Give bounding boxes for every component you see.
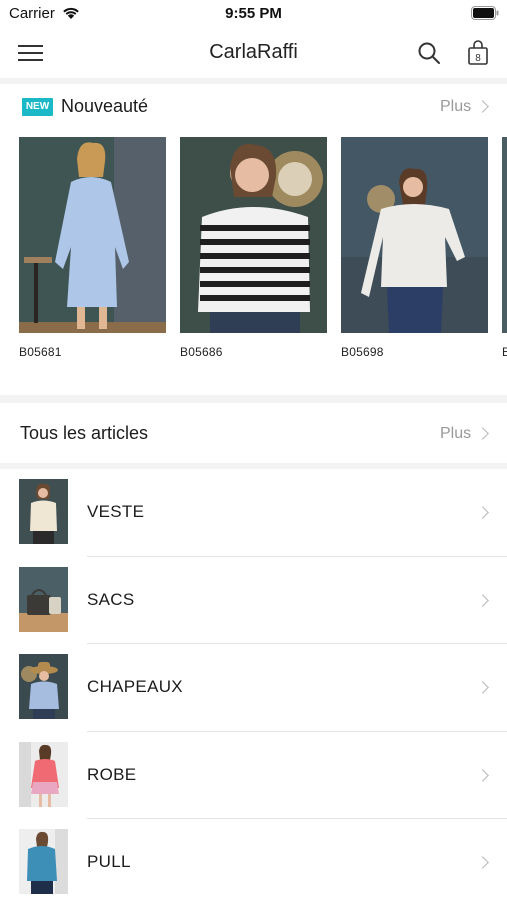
category-label: SACS — [87, 589, 135, 609]
product-photo — [180, 137, 327, 333]
category-thumbnail — [19, 741, 68, 807]
shopping-bag-button[interactable]: 8 — [466, 40, 490, 66]
chevron-right-icon — [476, 427, 489, 440]
product-card[interactable]: B05686 — [180, 137, 327, 359]
product-card[interactable]: B05698 — [341, 137, 488, 359]
category-thumbnail — [19, 654, 68, 719]
product-sku: B — [502, 345, 507, 359]
chevron-right-icon — [476, 856, 489, 869]
chevron-right-icon — [476, 681, 489, 694]
new-products-carousel[interactable]: B05681 B05686 B05698 B — [19, 137, 507, 367]
product-sku: B05686 — [180, 345, 223, 359]
status-bar: Carrier 9:55 PM — [0, 0, 507, 28]
new-badge: NEW — [22, 98, 53, 116]
category-thumbnail — [19, 829, 68, 894]
product-photo — [19, 137, 166, 333]
chevron-right-icon — [476, 593, 489, 607]
chevron-right-icon — [476, 100, 489, 113]
navigation-bar: CarlaRaffi 8 — [0, 28, 507, 78]
shopping-bag-icon: 8 — [468, 40, 488, 65]
new-section-title: Nouveauté — [61, 96, 149, 116]
product-card[interactable]: B — [502, 137, 507, 359]
battery-icon — [471, 6, 499, 20]
cart-count-badge: 8 — [475, 53, 481, 64]
category-thumbnail — [19, 566, 68, 632]
category-row-sacs[interactable]: SACS — [0, 557, 507, 644]
product-sku: B05698 — [341, 345, 384, 359]
all-articles-title: Tous les articles — [20, 423, 149, 443]
section-divider — [0, 395, 507, 403]
chevron-right-icon — [476, 768, 489, 782]
all-articles-more-link[interactable]: Plus — [440, 425, 471, 443]
product-photo — [502, 137, 507, 333]
category-row-pull[interactable]: PULL — [0, 819, 507, 900]
chevron-right-icon — [476, 506, 489, 519]
search-icon[interactable] — [417, 41, 441, 65]
new-section-more-link[interactable]: Plus — [440, 98, 471, 116]
category-row-veste[interactable]: VESTE — [0, 469, 507, 557]
category-label: PULL — [87, 852, 131, 871]
category-label: ROBE — [87, 764, 137, 784]
more-link-label: Plus — [440, 98, 472, 115]
all-articles-header: Tous les articles Plus — [0, 403, 507, 463]
category-thumbnail — [19, 479, 68, 544]
category-label: VESTE — [87, 502, 145, 521]
clock: 9:55 PM — [225, 5, 282, 22]
product-sku: B05681 — [19, 345, 62, 359]
category-row-robe[interactable]: ROBE — [0, 732, 507, 819]
product-card[interactable]: B05681 — [19, 137, 166, 359]
category-row-chapeaux[interactable]: CHAPEAUX — [0, 644, 507, 732]
more-link-label: Plus — [440, 425, 472, 442]
product-photo — [341, 137, 488, 333]
new-section-header: NEW Nouveauté Plus — [0, 84, 507, 128]
category-label: CHAPEAUX — [87, 677, 183, 696]
